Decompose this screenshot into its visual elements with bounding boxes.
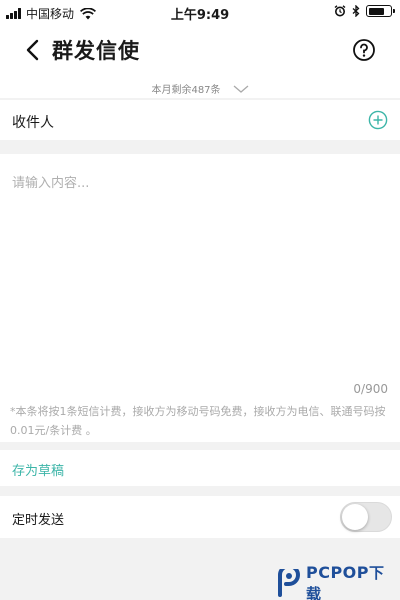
compose-area: 0/900 *本条将按1条短信计费，接收方为移动号码免费，接收方为电信、联通号码… <box>0 154 400 442</box>
navigation-bar: 群发信使 <box>0 24 400 76</box>
page-title: 群发信使 <box>52 39 140 63</box>
alarm-icon <box>334 5 346 17</box>
pcpop-logo-icon <box>277 569 300 597</box>
draft-row: 存为草稿 <box>0 450 400 486</box>
billing-note: *本条将按1条短信计费，接收方为移动号码免费，接收方为电信、联通号码按0.01元… <box>10 405 386 437</box>
character-count: 0/900 <box>353 382 388 396</box>
status-right <box>328 5 395 17</box>
add-recipient-icon[interactable] <box>368 110 388 130</box>
message-input[interactable] <box>12 172 388 372</box>
help-icon[interactable] <box>352 38 376 62</box>
schedule-toggle[interactable] <box>340 502 392 532</box>
schedule-row: 定时发送 <box>0 496 400 538</box>
status-bar: 中国移动 上午9:49 <box>0 0 400 24</box>
watermark-brand: PCPOP <box>305 563 370 582</box>
schedule-label: 定时发送 <box>12 513 65 528</box>
recipient-row[interactable]: 收件人 <box>0 100 400 140</box>
bluetooth-icon <box>352 5 360 17</box>
watermark-text: PCPOP下载 <box>306 562 400 600</box>
quota-bar: 本月剩余487条 <box>0 76 400 98</box>
quota-text: 本月剩余487条 <box>151 85 221 96</box>
save-draft-button[interactable]: 存为草稿 <box>12 460 64 479</box>
back-arrow-icon[interactable] <box>22 38 44 62</box>
quota-dropdown[interactable]: 本月剩余487条 <box>151 81 248 96</box>
toggle-knob <box>342 504 368 530</box>
chevron-down-icon <box>233 85 248 93</box>
recipient-label: 收件人 <box>12 115 54 131</box>
battery-icon <box>366 5 395 17</box>
watermark: PCPOP下载 <box>276 562 400 600</box>
